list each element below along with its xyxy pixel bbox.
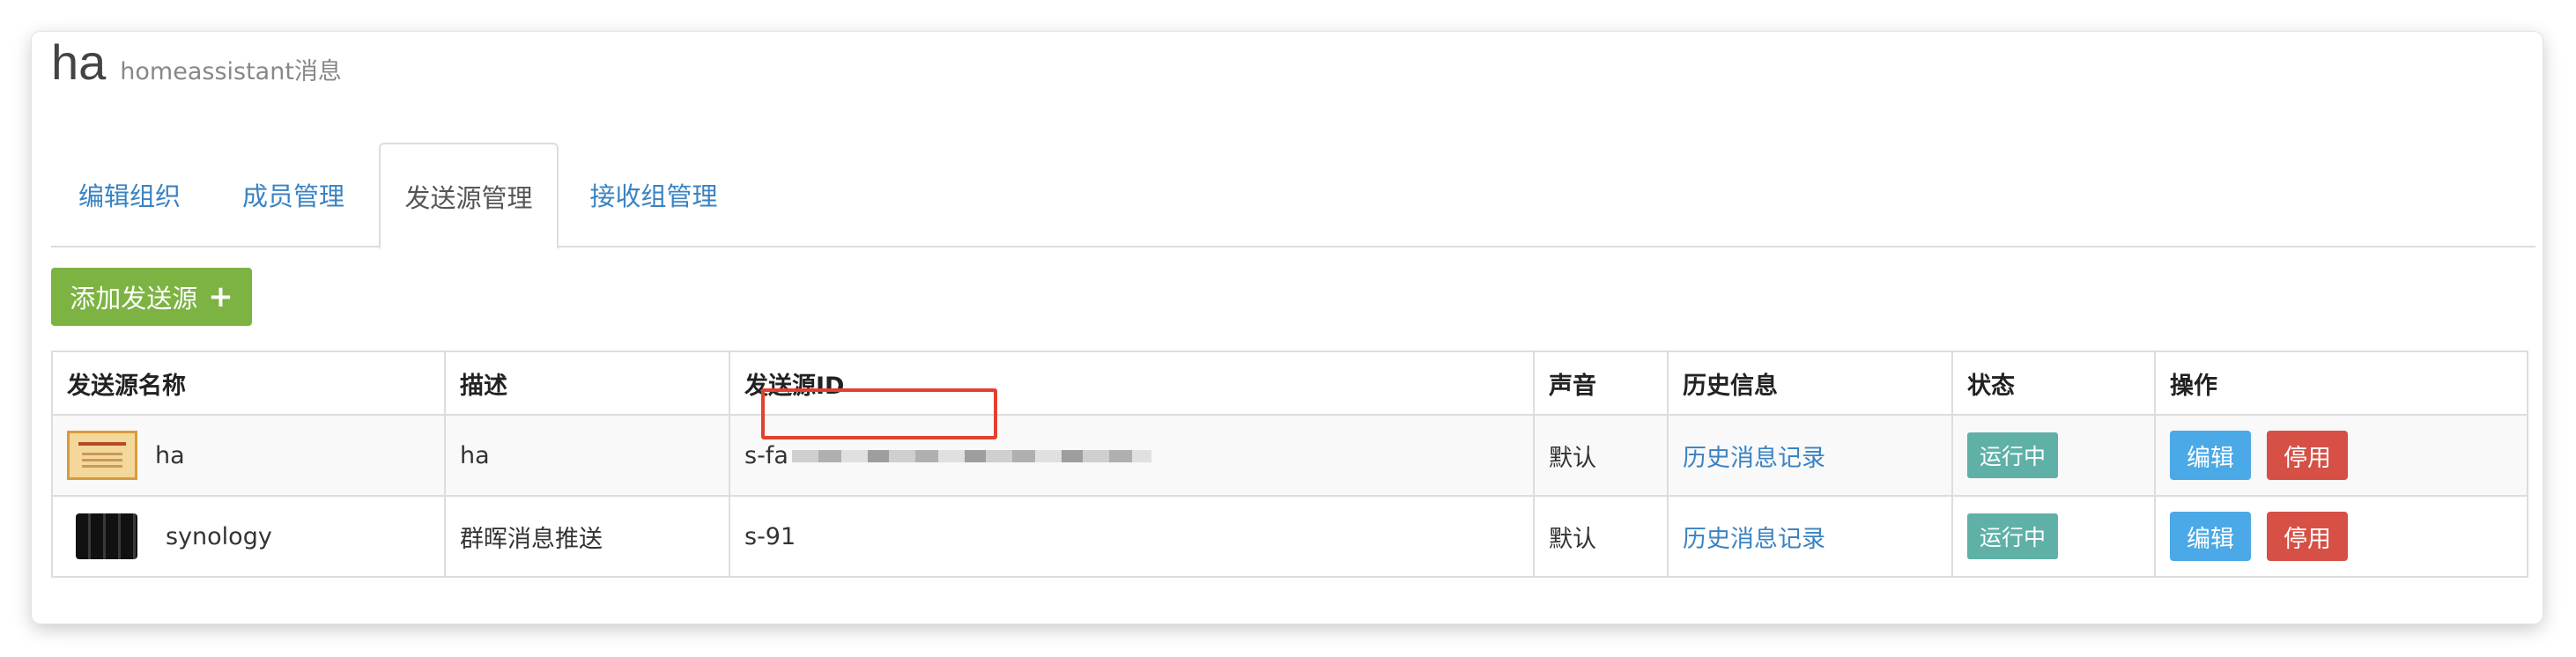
status-cell: 运行中	[1951, 414, 2156, 497]
column-header-sound: 声音	[1533, 351, 1669, 416]
history-cell: 历史消息记录	[1667, 495, 1953, 578]
certificate-icon	[67, 431, 137, 480]
status-badge: 运行中	[1967, 513, 2059, 559]
source-description: 群晖消息推送	[444, 495, 730, 578]
disable-button[interactable]: 停用	[2267, 431, 2348, 480]
column-header-actions: 操作	[2154, 351, 2528, 416]
table-header-row: 发送源名称 描述 发送源ID 声音 历史信息 状态 操作	[51, 351, 2528, 416]
column-header-description: 描述	[444, 351, 730, 416]
tab-receive-groups[interactable]: 接收组管理	[560, 143, 747, 246]
source-id-highlight-box	[761, 388, 997, 439]
table-row: synology 群晖消息推送 s-91 默认 历史消息记录 运行中 编辑 停用	[51, 495, 2528, 578]
add-source-label: 添加发送源	[70, 284, 198, 314]
page-header: ha homeassistant消息	[51, 33, 342, 95]
column-header-status: 状态	[1951, 351, 2156, 416]
disable-button[interactable]: 停用	[2267, 512, 2348, 561]
source-name: ha	[155, 441, 185, 469]
column-header-history: 历史信息	[1667, 351, 1953, 416]
tab-members[interactable]: 成员管理	[208, 143, 379, 246]
source-name-cell: synology	[51, 495, 446, 578]
page-card: ha homeassistant消息 编辑组织 成员管理 发送源管理 接收组管理…	[32, 32, 2543, 624]
tab-sources[interactable]: 发送源管理	[379, 143, 559, 249]
nas-icon	[76, 513, 137, 559]
source-name-cell: ha	[51, 414, 446, 497]
redacted-id-mask	[791, 450, 1151, 462]
tab-bar: 编辑组织 成员管理 发送源管理 接收组管理	[51, 143, 2535, 249]
source-sound: 默认	[1533, 495, 1669, 578]
status-badge: 运行中	[1967, 432, 2059, 478]
page-title: ha	[51, 34, 107, 90]
sources-table: 发送源名称 描述 发送源ID 声音 历史信息 状态 操作 ha ha s-fa …	[51, 351, 2528, 578]
source-sound: 默认	[1533, 414, 1669, 497]
history-cell: 历史消息记录	[1667, 414, 1953, 497]
status-cell: 运行中	[1951, 495, 2156, 578]
actions-cell: 编辑 停用	[2154, 495, 2528, 578]
source-id-cell: s-91	[729, 495, 1535, 578]
tab-edit-org[interactable]: 编辑组织	[51, 143, 208, 246]
history-link[interactable]: 历史消息记录	[1683, 445, 1825, 472]
source-id: s-fa	[744, 441, 788, 469]
source-description: ha	[444, 414, 730, 497]
history-link[interactable]: 历史消息记录	[1683, 526, 1825, 553]
edit-button[interactable]: 编辑	[2170, 512, 2251, 561]
table-row: ha ha s-fa 默认 历史消息记录 运行中 编辑 停用	[51, 414, 2528, 497]
page-subtitle: homeassistant消息	[120, 58, 342, 85]
actions-cell: 编辑 停用	[2154, 414, 2528, 497]
plus-icon: +	[208, 279, 233, 314]
add-source-button[interactable]: 添加发送源 +	[51, 268, 252, 326]
source-id: s-91	[744, 522, 796, 550]
column-header-name: 发送源名称	[51, 351, 446, 416]
source-name: synology	[166, 522, 272, 550]
edit-button[interactable]: 编辑	[2170, 431, 2251, 480]
